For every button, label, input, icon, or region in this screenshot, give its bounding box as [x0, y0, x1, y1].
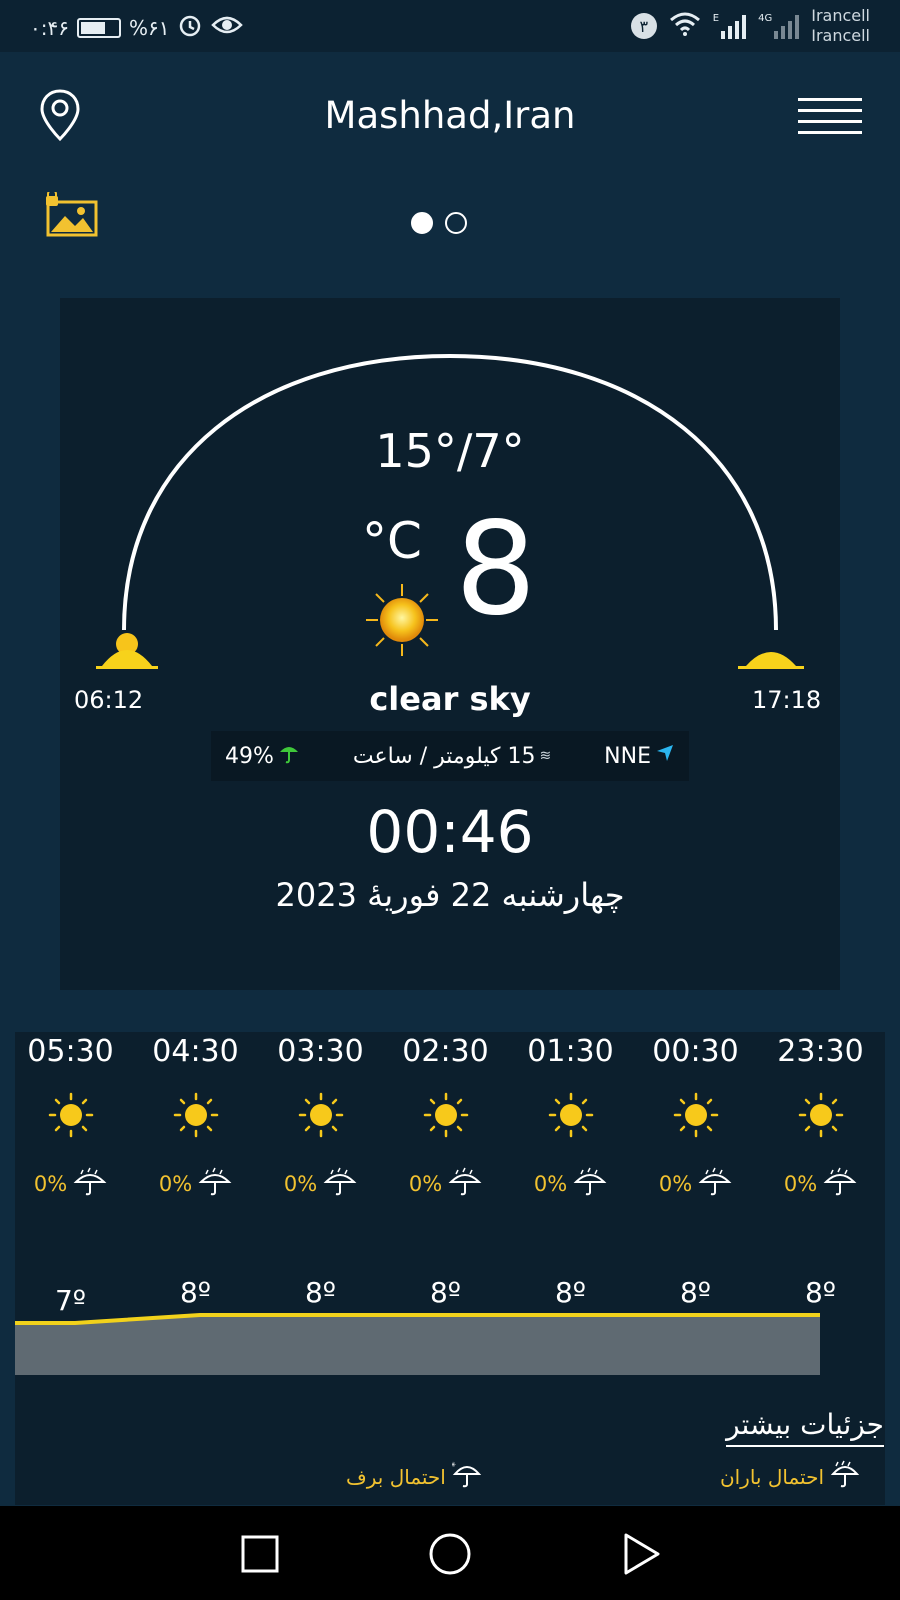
wind-direction-info: NNE — [604, 743, 675, 769]
locked-image-icon[interactable] — [45, 189, 99, 242]
wind-icon: ≋ — [539, 748, 552, 764]
weather-info-bar: 49% ≋ 15 کیلومتر / ساعت NNE — [211, 731, 689, 781]
hourly-time: 02:30 — [402, 1034, 489, 1069]
rain-umbrella-icon — [323, 1166, 357, 1201]
hourly-time: 01:30 — [527, 1034, 614, 1069]
hourly-rain-value: 0% — [283, 1171, 318, 1196]
hourly-rain-chance: 0% — [258, 1166, 383, 1201]
hourly-time: 05:30 — [27, 1034, 114, 1069]
hourly-sun-icon — [298, 1092, 344, 1142]
condition-text: clear sky — [369, 680, 531, 718]
hourly-time: 23:30 — [777, 1034, 864, 1069]
sunset-icon — [736, 624, 806, 678]
alarm-icon — [177, 12, 203, 43]
hourly-sun-icon — [673, 1092, 719, 1142]
hourly-rain-value: 0% — [408, 1171, 443, 1196]
snow-legend-label: احتمال برف — [346, 1464, 446, 1489]
hourly-rain-chance: 0% — [133, 1166, 258, 1201]
rain-umbrella-icon — [698, 1166, 732, 1201]
hourly-sun-icon — [173, 1092, 219, 1142]
current-temp: 8 — [455, 495, 537, 644]
hourly-time: 00:30 — [652, 1034, 739, 1069]
page-dot-active[interactable] — [411, 212, 433, 234]
wind-speed-value: 15 کیلومتر / ساعت — [352, 743, 536, 769]
hourly-rain-value: 0% — [658, 1171, 693, 1196]
signal-1: E — [712, 13, 747, 39]
sun-icon — [362, 580, 442, 664]
signal-2: 4G — [758, 13, 800, 39]
battery-icon — [76, 17, 121, 38]
navigation-bar — [0, 1506, 900, 1600]
wind-arrow-icon — [655, 743, 675, 769]
eye-icon — [211, 13, 244, 42]
rain-legend-label: احتمال باران — [719, 1464, 824, 1489]
current-time: 00:46 — [366, 798, 534, 866]
hourly-sun-icon — [48, 1092, 94, 1142]
hourly-rain-chance: 0% — [508, 1166, 633, 1201]
current-date: چهارشنبه 22 فوریهٔ 2023 — [275, 876, 625, 914]
hourly-rain-value: 0% — [533, 1171, 568, 1196]
precip-info: 49% — [225, 742, 300, 770]
snow-umbrella-icon: ✳ ✳ ✳ — [434, 1460, 482, 1493]
network-e-label: E — [712, 13, 720, 24]
location-title[interactable]: Mashhad,Iran — [0, 94, 900, 137]
status-left: ۰:۴۶ %۶۱ — [30, 12, 244, 43]
page-dot[interactable] — [445, 212, 467, 234]
status-bar: ۰:۴۶ %۶۱ ۳ E 4G Irancell Irancell — [0, 0, 900, 52]
network-4g-label: 4G — [758, 13, 773, 24]
hourly-sun-icon — [798, 1092, 844, 1142]
carrier-2: Irancell — [811, 26, 870, 45]
sunrise-icon — [92, 624, 162, 678]
temperature-graph — [15, 1313, 820, 1375]
rain-umbrella-icon — [198, 1166, 232, 1201]
hourly-rain-value: 0% — [158, 1171, 193, 1196]
snow-legend: ✳ ✳ ✳ احتمال برف — [346, 1460, 482, 1493]
hourly-rain-chance: 0% — [633, 1166, 758, 1201]
high-low-temp: 15°/7° — [375, 424, 525, 478]
wind-direction-value: NNE — [604, 743, 651, 769]
hourly-time: 04:30 — [152, 1034, 239, 1069]
carrier-1: Irancell — [811, 6, 870, 25]
rain-umbrella-icon — [823, 1166, 857, 1201]
hourly-rain-chance: 0% — [758, 1166, 883, 1201]
precip-value: 49% — [225, 743, 274, 769]
rain-umbrella-icon — [573, 1166, 607, 1201]
wifi-icon — [669, 11, 701, 41]
hourly-rain-chance: 0% — [383, 1166, 508, 1201]
rain-legend: احتمال باران — [720, 1460, 860, 1493]
rain-umbrella-icon — [448, 1166, 482, 1201]
page-indicator — [411, 212, 467, 234]
rain-umbrella-icon — [73, 1166, 107, 1201]
signal-bars-icon — [721, 13, 747, 39]
battery-percent: %۶۱ — [128, 15, 170, 40]
hourly-rain-chance: 0% — [8, 1166, 133, 1201]
status-right: ۳ E 4G Irancell Irancell — [630, 6, 870, 46]
carrier-names: Irancell Irancell — [811, 6, 870, 46]
signal-bars-icon — [774, 13, 800, 39]
back-icon[interactable] — [622, 1532, 662, 1580]
temp-unit: °C — [362, 512, 422, 570]
hourly-time: 03:30 — [277, 1034, 364, 1069]
status-time: ۰:۴۶ — [30, 15, 69, 40]
hourly-sun-icon — [423, 1092, 469, 1142]
home-icon[interactable] — [428, 1532, 472, 1580]
hamburger-menu-icon[interactable] — [798, 96, 862, 142]
wind-speed-info: ≋ 15 کیلومتر / ساعت — [353, 744, 551, 769]
umbrella-icon — [278, 742, 300, 770]
more-details-link[interactable]: جزئیات بیشتر — [726, 1408, 884, 1447]
hourly-rain-value: 0% — [783, 1171, 818, 1196]
hourly-sun-icon — [548, 1092, 594, 1142]
notification-badge: ۳ — [630, 13, 657, 39]
rain-umbrella-icon — [830, 1460, 860, 1493]
hourly-rain-value: 0% — [33, 1171, 68, 1196]
recent-apps-icon[interactable] — [240, 1534, 280, 1578]
svg-text:✳ ✳ ✳: ✳ ✳ ✳ — [452, 1461, 456, 1469]
